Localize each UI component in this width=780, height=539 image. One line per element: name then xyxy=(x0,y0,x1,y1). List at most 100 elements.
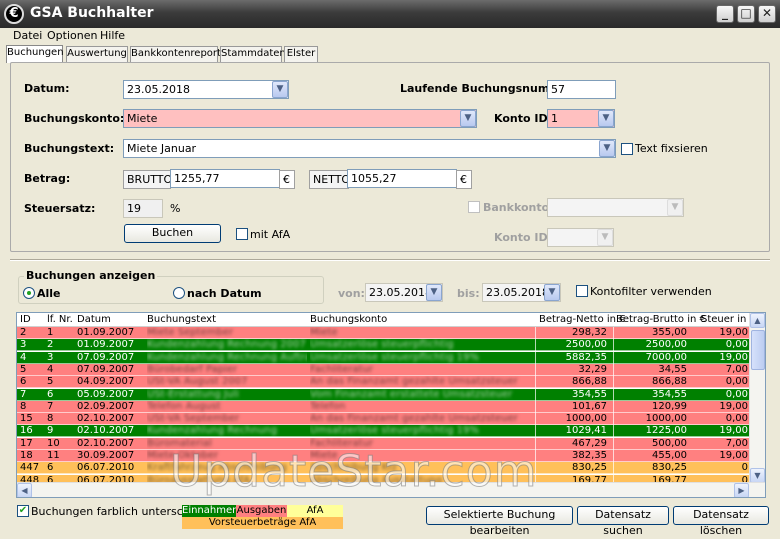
cell-netto: 382,35 xyxy=(535,450,609,462)
tab-buchungen[interactable]: Buchungen xyxy=(6,45,64,63)
scroll-thumb[interactable] xyxy=(751,330,765,370)
cell-id: 447 xyxy=(20,462,40,474)
bankkonto-checkbox[interactable] xyxy=(468,201,480,213)
text-fixieren-checkbox[interactable] xyxy=(621,143,633,155)
col-buchungstext[interactable]: Buchungstext xyxy=(147,314,216,325)
table-row[interactable]: 2 1 01.09.2007 Miete September Miete 298,32 35… xyxy=(17,327,751,339)
bis-label: bis: xyxy=(457,287,480,300)
buchungskonto-select[interactable]: Miete xyxy=(123,109,477,128)
scroll-left-icon[interactable]: ◀ xyxy=(17,483,32,497)
tab-stammdaten[interactable]: Stammdaten xyxy=(220,46,286,62)
table-row[interactable]: 7 6 05.09.2007 USt-Erstattung Juli Vom Finan… xyxy=(17,388,751,401)
cell-netto: 2500,00 xyxy=(535,339,609,352)
col-lf-nr[interactable]: lf. Nr. xyxy=(47,314,73,325)
menu-optionen[interactable]: Optionen xyxy=(47,29,97,42)
table-row[interactable]: 15 8 02.10.2007 USt-VA September An das Fina… xyxy=(17,413,751,426)
cell-konto: An das Finanzamt gezahlte Umsatzsteuer xyxy=(310,376,518,388)
buchen-button[interactable]: Buchen xyxy=(124,224,221,243)
table-row[interactable]: 5 4 07.09.2007 Bürobedarf Papier Fachliterat… xyxy=(17,363,751,376)
cell-konto: Fachliteratur xyxy=(310,363,374,375)
tab-auswertung[interactable]: Auswertung xyxy=(66,46,128,62)
table-row[interactable]: 16 9 02.10.2007 Kundenzahlung Rechnung Umsat… xyxy=(17,425,751,438)
watermark-text: UpdateStar.com xyxy=(170,446,538,498)
window-title: GSA Buchhalter xyxy=(30,5,154,21)
laufende-nummer-input[interactable]: 57 xyxy=(547,80,616,99)
cell-brutto: 455,00 xyxy=(613,450,689,462)
scroll-down-icon[interactable]: ▼ xyxy=(750,468,765,483)
table-row[interactable]: 8 7 02.09.2007 Telefon August Telefon 101,67 1… xyxy=(17,400,751,413)
datum-input[interactable]: 23.05.2018 xyxy=(123,80,289,99)
farblich-checkbox[interactable]: ✔ xyxy=(17,505,29,517)
close-button[interactable]: ✕ xyxy=(758,5,776,23)
datum-dropdown-button[interactable]: ▼ xyxy=(272,81,288,98)
table-row[interactable]: 4 3 07.09.2007 Kundenzahlung Rechnung Auftr… xyxy=(17,351,751,364)
cell-brutto: 34,55 xyxy=(613,363,689,376)
buchungskonto-dropdown-button[interactable]: ▼ xyxy=(460,110,476,127)
netto-input[interactable]: 1055,27 xyxy=(347,169,457,188)
scroll-up-icon[interactable]: ▲ xyxy=(750,313,765,328)
cell-id: 3 xyxy=(20,339,27,351)
cell-brutto: 2500,00 xyxy=(613,339,689,352)
menu-hilfe[interactable]: Hilfe xyxy=(100,29,125,42)
nach-datum-radio[interactable] xyxy=(173,287,185,299)
buchungstext-dropdown-button[interactable]: ▼ xyxy=(599,140,615,157)
cell-datum: 05.09.2007 xyxy=(77,388,135,400)
col-betrag-brutto[interactable]: Betrag-Brutto in € xyxy=(616,314,706,325)
table-row[interactable]: 6 5 04.09.2007 USt-VA August 2007 An das Fin… xyxy=(17,376,751,389)
minimize-button[interactable]: _ xyxy=(716,5,734,23)
table-row[interactable]: 3 2 01.09.2007 Kundenzahlung Rechnung 2007 U… xyxy=(17,339,751,352)
mit-afa-checkbox[interactable] xyxy=(236,228,248,240)
bankkonto-select[interactable] xyxy=(547,198,684,217)
cell-nr: 5 xyxy=(47,376,54,388)
cell-netto: 298,32 xyxy=(535,327,609,339)
legend-vorsteuer: Vorsteuerbeträge AfA xyxy=(182,517,343,529)
cell-datum: 02.10.2007 xyxy=(77,425,135,437)
bis-dropdown-button[interactable]: ▼ xyxy=(544,284,560,301)
cell-netto: 866,88 xyxy=(535,376,609,389)
col-datum[interactable]: Datum xyxy=(77,314,111,325)
cell-brutto: 120,99 xyxy=(613,400,689,413)
cell-netto: 830,25 xyxy=(535,462,609,475)
scroll-right-icon[interactable]: ▶ xyxy=(734,483,749,497)
cell-steuer: 0,00 xyxy=(725,376,748,388)
cell-brutto: 7000,00 xyxy=(613,351,689,364)
kontofilter-checkbox[interactable] xyxy=(576,285,588,297)
maximize-button[interactable]: □ xyxy=(737,5,755,23)
menu-datei[interactable]: Datei xyxy=(13,29,42,42)
steuersatz-input[interactable]: 19 xyxy=(123,199,163,218)
loeschen-button[interactable]: Datensatz löschen xyxy=(673,506,769,537)
cell-nr: 8 xyxy=(47,413,54,425)
cell-id: 6 xyxy=(20,376,27,388)
suchen-button[interactable]: Datensatz suchen xyxy=(577,506,669,537)
konto-id2-label: Konto ID: xyxy=(494,231,552,244)
tab-elster[interactable]: Elster xyxy=(284,46,318,62)
buchungstext-input[interactable]: Miete Januar xyxy=(123,139,616,158)
bearbeiten-button[interactable]: Selektierte Buchung bearbeiten xyxy=(426,506,573,537)
brutto-input[interactable]: 1255,77 xyxy=(170,169,280,188)
cell-id: 7 xyxy=(20,388,27,400)
konto-id-dropdown-button[interactable]: ▼ xyxy=(598,110,614,127)
bankkonto-dropdown-button[interactable]: ▼ xyxy=(667,199,683,216)
cell-steuer: 7,00 xyxy=(725,437,748,449)
cell-steuer: 19,00 xyxy=(719,425,748,437)
app-logo-icon: € xyxy=(4,4,24,24)
cell-brutto: 355,00 xyxy=(613,327,689,339)
cell-id: 2 xyxy=(20,327,27,338)
col-betrag-netto[interactable]: Betrag-Netto in € xyxy=(539,314,626,325)
cell-nr: 11 xyxy=(47,450,60,461)
cell-text: USt-Erstattung Juli xyxy=(147,388,239,400)
von-dropdown-button[interactable]: ▼ xyxy=(426,284,442,301)
title-bar[interactable]: € GSA Buchhalter _ □ ✕ xyxy=(0,0,780,28)
tab-bankkontenreport[interactable]: Bankkontenreport xyxy=(130,46,221,62)
konto-id2-dropdown-button[interactable]: ▼ xyxy=(597,229,613,246)
text-fixieren-label: Text fixsieren xyxy=(635,142,708,155)
vertical-scrollbar[interactable]: ▲ ▼ xyxy=(749,313,765,483)
von-label: von: xyxy=(338,287,365,300)
cell-konto: Umsatzerlöse steuerpflichtig xyxy=(310,339,454,351)
alle-radio[interactable] xyxy=(23,287,35,299)
mit-afa-label: mit AfA xyxy=(250,228,291,241)
col-buchungskonto[interactable]: Buchungskonto xyxy=(310,314,387,325)
cell-text: Telefon August xyxy=(147,400,221,412)
col-id[interactable]: ID xyxy=(20,314,31,325)
cell-id: 5 xyxy=(20,363,27,375)
